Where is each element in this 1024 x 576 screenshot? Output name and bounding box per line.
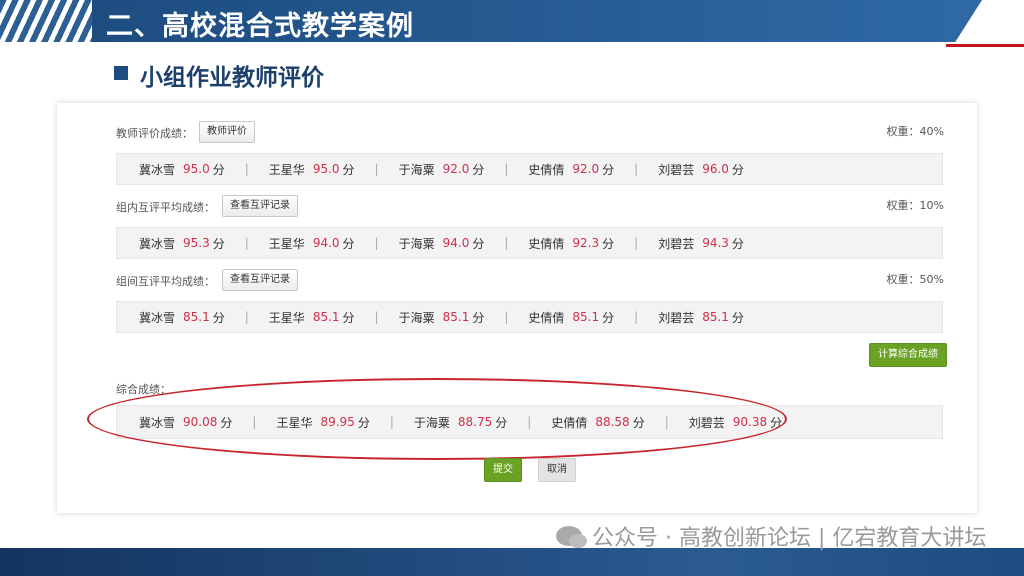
watermark: 公众号 · 高教创新论坛 | 亿宕教育大讲坛 [556, 520, 986, 552]
score-value: 85.1 [312, 310, 340, 324]
divider: | [374, 310, 379, 324]
score-value: 85.1 [702, 310, 729, 324]
student-name: 史倩倩 [528, 236, 565, 251]
footer-bar [0, 548, 1024, 576]
divider: | [244, 236, 249, 250]
divider: | [504, 236, 509, 250]
inter-score-row: 冀冰雪 85.1 分 | 王星华 85.1 分 | 于海粟 85.1 分 | 史倩倩 85.1 分 | … [116, 301, 943, 333]
score-unit: 分 [602, 310, 615, 325]
weight-teacher: 权重：40% [886, 125, 944, 138]
score-unit: 分 [342, 310, 355, 325]
score-value: 85.1 [442, 310, 470, 324]
student-name: 刘碧芸 [658, 236, 695, 251]
score-item: 王星华 95.0 分 | [269, 161, 399, 178]
student-name: 于海粟 [398, 162, 435, 177]
score-item: 史倩倩 92.3 分 | [528, 235, 658, 252]
score-item: 于海粟 94.0 分 | [399, 235, 529, 252]
header-stripes [0, 0, 96, 42]
slide-title: 二、高校混合式教学案例 [106, 11, 414, 42]
divider: | [634, 310, 639, 324]
score-item: 刘碧芸 85.1 分 [658, 309, 744, 326]
score-unit: 分 [731, 310, 744, 325]
student-name: 于海粟 [398, 310, 435, 325]
student-name: 刘碧芸 [658, 162, 695, 177]
intra-group-score-label: 组内互评平均成绩： [116, 201, 215, 214]
score-item: 王星华 85.1 分 | [269, 309, 399, 326]
view-inter-review-button[interactable]: 查看互评记录 [222, 269, 298, 291]
watermark-text: 公众号 · 高教创新论坛 | 亿宕教育大讲坛 [592, 526, 987, 551]
score-unit: 分 [731, 236, 744, 251]
bullet-square-icon [114, 66, 128, 80]
divider: | [504, 310, 509, 324]
score-value: 95.0 [312, 162, 340, 176]
cancel-button[interactable]: 取消 [538, 458, 576, 482]
student-name: 冀冰雪 [139, 162, 176, 177]
score-unit: 分 [212, 162, 225, 177]
calculate-total-button[interactable]: 计算综合成绩 [869, 343, 947, 367]
student-name: 冀冰雪 [139, 310, 176, 325]
score-unit: 分 [212, 236, 225, 251]
score-item: 于海粟 85.1 分 | [399, 309, 529, 326]
weight-intra: 权重：10% [886, 199, 944, 212]
divider: | [374, 236, 379, 250]
score-value: 94.3 [702, 236, 729, 250]
submit-button[interactable]: 提交 [484, 458, 522, 482]
teacher-score-label: 教师评价成绩： [116, 127, 193, 140]
score-unit: 分 [472, 236, 485, 251]
weight-inter: 权重：50% [886, 273, 944, 286]
score-value: 95.0 [183, 162, 210, 176]
intra-score-row: 冀冰雪 95.3 分 | 王星华 94.0 分 | 于海粟 94.0 分 | 史倩倩 92.3 分 | … [116, 227, 943, 259]
highlight-ellipse [87, 378, 787, 460]
score-unit: 分 [731, 162, 744, 177]
divider: | [374, 162, 379, 176]
score-unit: 分 [602, 236, 615, 251]
score-unit: 分 [602, 162, 615, 177]
divider: | [634, 236, 639, 250]
score-item: 于海粟 92.0 分 | [399, 161, 529, 178]
slide-subtitle: 小组作业教师评价 [140, 65, 324, 91]
score-value: 94.0 [312, 236, 340, 250]
score-unit: 分 [342, 236, 355, 251]
student-name: 冀冰雪 [139, 236, 176, 251]
score-item: 冀冰雪 95.0 分 | [139, 161, 269, 178]
score-unit: 分 [472, 162, 485, 177]
student-name: 于海粟 [398, 236, 435, 251]
score-value: 96.0 [702, 162, 729, 176]
student-name: 史倩倩 [528, 162, 565, 177]
score-unit: 分 [472, 310, 485, 325]
score-value: 92.0 [572, 162, 600, 176]
score-value: 85.1 [183, 310, 210, 324]
score-item: 王星华 94.0 分 | [269, 235, 399, 252]
inter-group-score-label: 组间互评平均成绩： [116, 275, 215, 288]
score-item: 史倩倩 85.1 分 | [528, 309, 658, 326]
divider: | [244, 310, 249, 324]
student-name: 史倩倩 [528, 310, 565, 325]
score-value: 85.1 [572, 310, 600, 324]
score-item: 冀冰雪 95.3 分 | [139, 235, 269, 252]
score-item: 冀冰雪 85.1 分 | [139, 309, 269, 326]
score-unit: 分 [342, 162, 355, 177]
score-item: 史倩倩 92.0 分 | [528, 161, 658, 178]
student-name: 王星华 [268, 310, 305, 325]
divider: | [504, 162, 509, 176]
score-value: 94.0 [442, 236, 470, 250]
student-name: 刘碧芸 [658, 310, 695, 325]
teacher-score-row: 冀冰雪 95.0 分 | 王星华 95.0 分 | 于海粟 92.0 分 | 史倩倩 92.0 分 | … [116, 153, 943, 185]
score-unit: 分 [212, 310, 225, 325]
student-name: 王星华 [268, 236, 305, 251]
score-item: 刘碧芸 96.0 分 [658, 161, 744, 178]
view-intra-review-button[interactable]: 查看互评记录 [222, 195, 298, 217]
score-value: 95.3 [183, 236, 210, 250]
divider: | [244, 162, 249, 176]
student-name: 王星华 [268, 162, 305, 177]
divider: | [634, 162, 639, 176]
score-item: 刘碧芸 94.3 分 [658, 235, 744, 252]
score-value: 92.3 [572, 236, 600, 250]
header-accent-line [946, 44, 1024, 47]
wechat-icon [556, 526, 587, 548]
score-value: 92.0 [442, 162, 470, 176]
teacher-evaluate-button[interactable]: 教师评价 [199, 121, 255, 143]
